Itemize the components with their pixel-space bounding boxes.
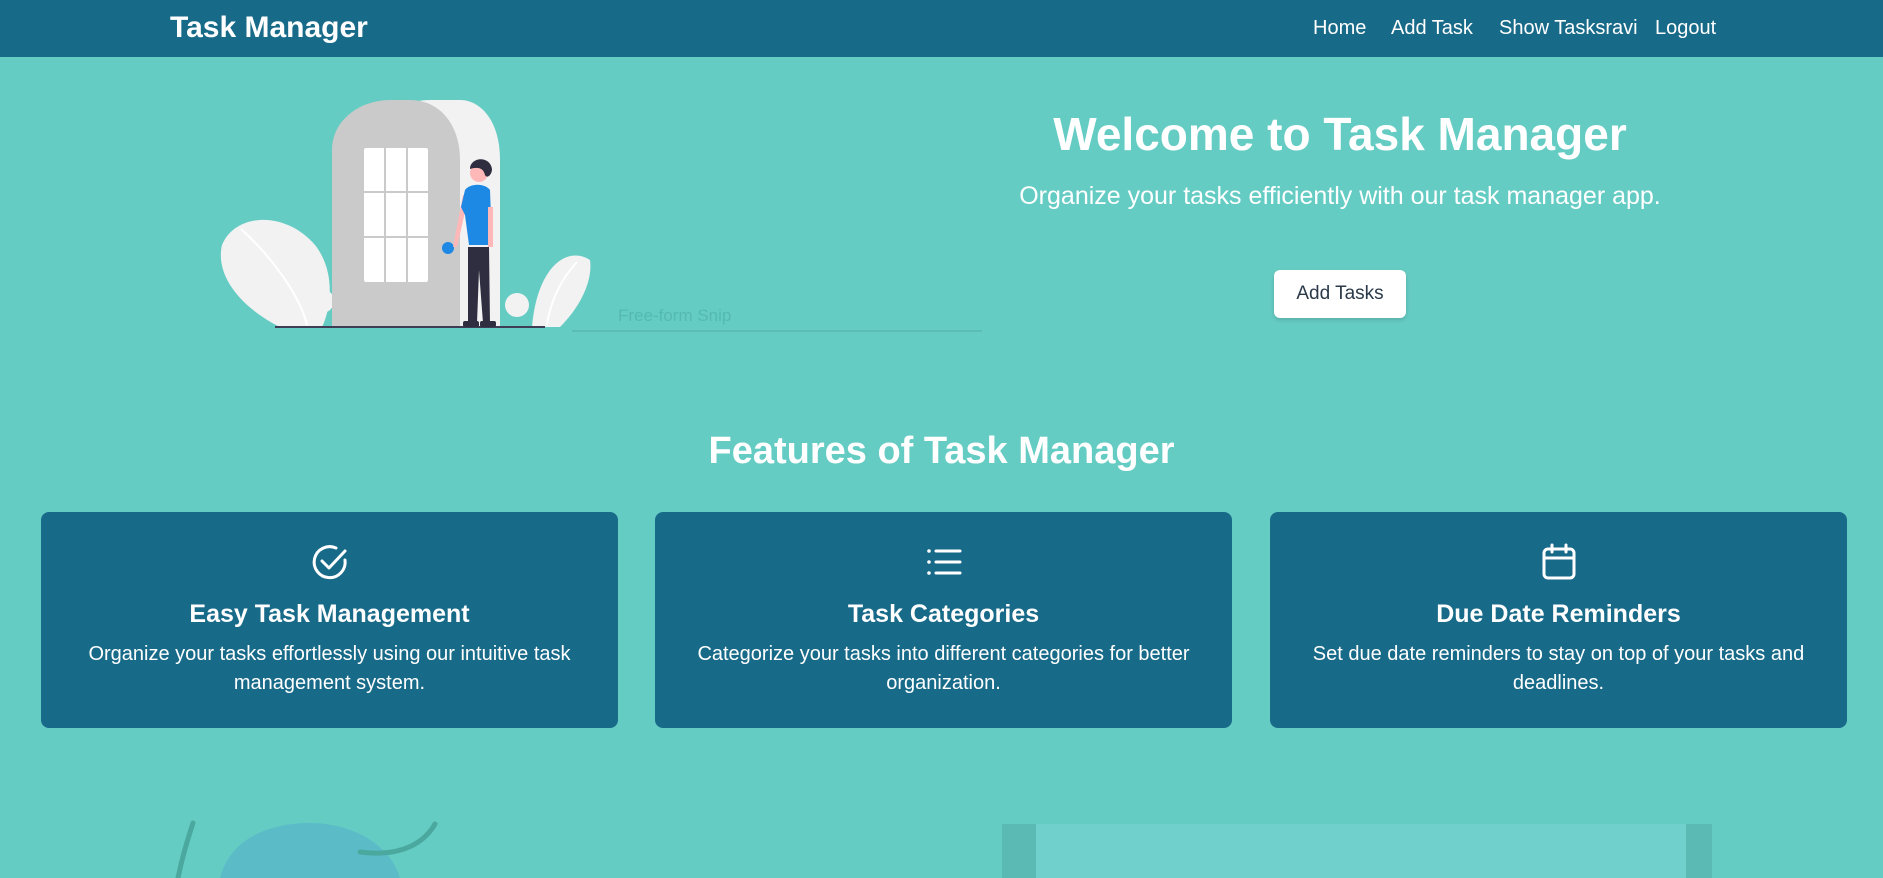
hero-illustration xyxy=(220,100,591,328)
feature-card-task-categories: Task Categories Categorize your tasks in… xyxy=(655,512,1232,728)
feature-card-text: Organize your tasks effortlessly using o… xyxy=(88,643,571,694)
nav-link-add-task[interactable]: Add Task xyxy=(1391,15,1473,41)
brand-logo[interactable]: Task Manager xyxy=(170,10,368,46)
bottom-illustration-right xyxy=(1002,824,1712,878)
feature-card-text: Categorize your tasks into different cat… xyxy=(697,643,1190,694)
add-tasks-button[interactable]: Add Tasks xyxy=(1274,270,1406,318)
feature-card-easy-task-management: Easy Task Management Organize your tasks… xyxy=(41,512,618,728)
hero-title: Welcome to Task Manager xyxy=(1053,108,1627,160)
bottom-illustration-left xyxy=(175,820,438,878)
nav-link-home[interactable]: Home xyxy=(1313,15,1366,41)
feature-card-title: Task Categories xyxy=(847,600,1040,628)
navbar: Task Manager Home Add Task Show Tasksrav… xyxy=(0,0,1883,57)
feature-card-title: Easy Task Management xyxy=(189,600,470,628)
feature-card-text: Set due date reminders to stay on top of… xyxy=(1312,643,1805,694)
calendar-icon xyxy=(1542,543,1575,580)
snip-underline xyxy=(572,330,982,332)
nav-link-logout[interactable]: Logout xyxy=(1655,15,1716,41)
nav-link-show-tasks[interactable]: Show Tasksravi xyxy=(1499,15,1638,41)
feature-card-title: Due Date Reminders xyxy=(1436,600,1681,628)
list-icon xyxy=(926,549,961,575)
snip-overlay-text: Free-form Snip xyxy=(618,306,732,325)
check-circle-icon xyxy=(312,545,347,580)
hero-subtitle: Organize your tasks efficiently with our… xyxy=(1019,182,1661,210)
feature-card-due-date-reminders: Due Date Reminders Set due date reminder… xyxy=(1270,512,1847,728)
features-title: Features of Task Manager xyxy=(708,430,1175,472)
